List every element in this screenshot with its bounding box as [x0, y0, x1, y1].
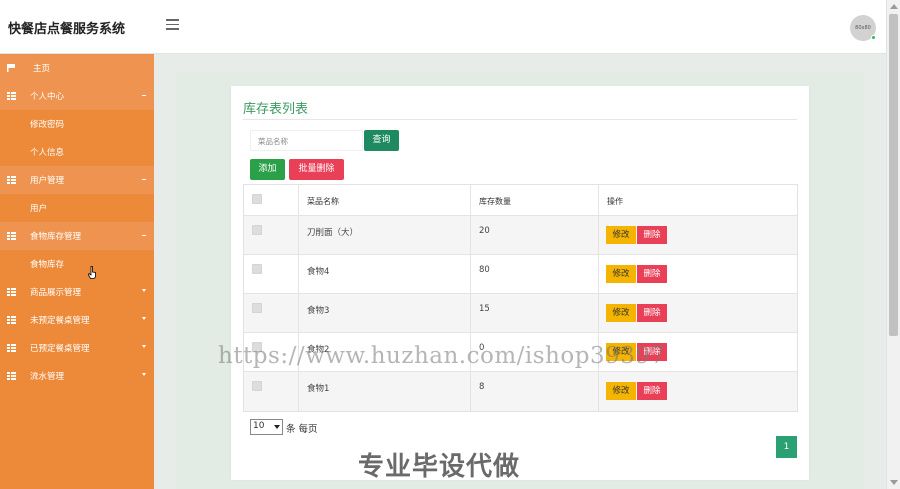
batch-delete-button[interactable]: 批量删除 [289, 159, 344, 180]
row-checkbox[interactable] [252, 225, 262, 235]
collapse-icon [142, 95, 146, 96]
edit-button[interactable]: 修改 [606, 265, 636, 283]
grid-icon [7, 372, 16, 380]
grid-icon [7, 316, 16, 324]
grid-icon [7, 288, 16, 296]
sidebar-item-label: 修改密码 [30, 120, 65, 130]
stock-table: 菜品名称 库存数量 操作 刀削面（大） 20 修改 删除 食物4 80 修改 删… [243, 184, 798, 412]
per-page-label: 条 每页 [286, 424, 318, 435]
collapse-icon [142, 179, 146, 180]
grid-icon [7, 344, 16, 352]
edit-button[interactable]: 修改 [606, 382, 636, 400]
table-row: 食物3 15 修改 删除 [244, 294, 797, 333]
row-checkbox[interactable] [252, 381, 262, 391]
sidebar-item-label: 未预定餐桌管理 [30, 316, 90, 326]
sidebar-item-reserved-tables[interactable]: 已预定餐桌管理 [0, 334, 154, 362]
sidebar-item-user-management[interactable]: 用户管理 [0, 166, 154, 194]
top-header: 快餐店点餐服务系统 80x80 [0, 0, 886, 54]
app-title: 快餐店点餐服务系统 [8, 22, 126, 37]
sidebar-item-label: 主页 [33, 64, 51, 74]
sidebar-item-label: 个人信息 [30, 148, 65, 158]
chevron-down-icon [274, 425, 280, 429]
column-header: 菜品名称 [307, 197, 339, 206]
chevron-down-icon [142, 345, 146, 348]
row-checkbox[interactable] [252, 303, 262, 313]
dish-name: 刀削面（大） [307, 228, 359, 238]
promo-text: 专业毕设代做 [358, 452, 521, 482]
table-row: 刀削面（大） 20 修改 删除 [244, 216, 797, 255]
sidebar-item-food-stock-management[interactable]: 食物库存管理 [0, 222, 154, 250]
sidebar-item-users[interactable]: 用户 [0, 194, 154, 222]
sidebar-item-unreserved-tables[interactable]: 未预定餐桌管理 [0, 306, 154, 334]
vertical-scrollbar[interactable] [886, 0, 900, 489]
scrollbar-thumb[interactable] [889, 14, 898, 336]
stock-quantity: 15 [479, 304, 490, 314]
dish-name: 食物3 [307, 306, 330, 316]
grid-icon [7, 232, 16, 240]
delete-button[interactable]: 删除 [637, 304, 667, 322]
sidebar-item-label: 食物库存 [30, 260, 65, 270]
page-title: 库存表列表 [243, 102, 309, 117]
select-all-checkbox[interactable] [252, 194, 262, 204]
sidebar-item-label: 用户 [30, 204, 48, 214]
search-button[interactable]: 查询 [364, 130, 399, 151]
edit-button[interactable]: 修改 [606, 304, 636, 322]
edit-button[interactable]: 修改 [606, 226, 636, 244]
scroll-down-icon[interactable] [890, 480, 898, 485]
row-checkbox[interactable] [252, 264, 262, 274]
sidebar-item-label: 个人中心 [30, 92, 65, 102]
hamburger-menu-icon[interactable] [166, 19, 179, 33]
table-row: 食物1 8 修改 删除 [244, 372, 797, 411]
online-status-icon [871, 35, 876, 40]
flag-icon [7, 64, 16, 72]
stock-quantity: 8 [479, 382, 485, 392]
sidebar: 主页 个人中心 修改密码 个人信息 用户管理 用户 食物库存管理 食物库存 商品… [0, 54, 154, 489]
stock-quantity: 80 [479, 265, 490, 275]
sidebar-item-label: 食物库存管理 [30, 232, 82, 242]
delete-button[interactable]: 删除 [637, 265, 667, 283]
sidebar-item-label: 流水管理 [30, 372, 65, 382]
divider [243, 119, 797, 120]
column-header: 操作 [607, 197, 623, 206]
sidebar-item-personal-center[interactable]: 个人中心 [0, 82, 154, 110]
sidebar-item-label: 商品展示管理 [30, 288, 82, 298]
dish-name: 食物4 [307, 267, 330, 277]
sidebar-item-label: 已预定餐桌管理 [30, 344, 90, 354]
collapse-icon [142, 235, 146, 236]
column-header: 库存数量 [479, 197, 511, 206]
dish-name: 食物1 [307, 384, 330, 394]
add-button[interactable]: 添加 [250, 159, 285, 180]
delete-button[interactable]: 删除 [637, 226, 667, 244]
sidebar-item-home[interactable]: 主页 [0, 54, 154, 82]
sidebar-item-label: 用户管理 [30, 176, 65, 186]
delete-button[interactable]: 删除 [637, 382, 667, 400]
hand-cursor-icon [88, 266, 96, 279]
stock-quantity: 20 [479, 226, 490, 236]
search-input[interactable]: 菜品名称 [250, 130, 363, 151]
sidebar-item-personal-info[interactable]: 个人信息 [0, 138, 154, 166]
sidebar-item-food-stock[interactable]: 食物库存 [0, 250, 154, 278]
scroll-up-icon[interactable] [890, 4, 898, 9]
sidebar-item-cashflow[interactable]: 流水管理 [0, 362, 154, 390]
chevron-down-icon [142, 289, 146, 292]
grid-icon [7, 176, 16, 184]
grid-icon [7, 92, 16, 100]
sidebar-item-product-display[interactable]: 商品展示管理 [0, 278, 154, 306]
table-row: 食物4 80 修改 删除 [244, 255, 797, 294]
sidebar-item-change-password[interactable]: 修改密码 [0, 110, 154, 138]
page-button-current[interactable]: 1 [776, 436, 797, 458]
watermark-text: https://www.huzhan.com/ishop39397 [218, 343, 666, 369]
table-header: 菜品名称 库存数量 操作 [244, 185, 797, 216]
chevron-down-icon [142, 317, 146, 320]
chevron-down-icon [142, 373, 146, 376]
